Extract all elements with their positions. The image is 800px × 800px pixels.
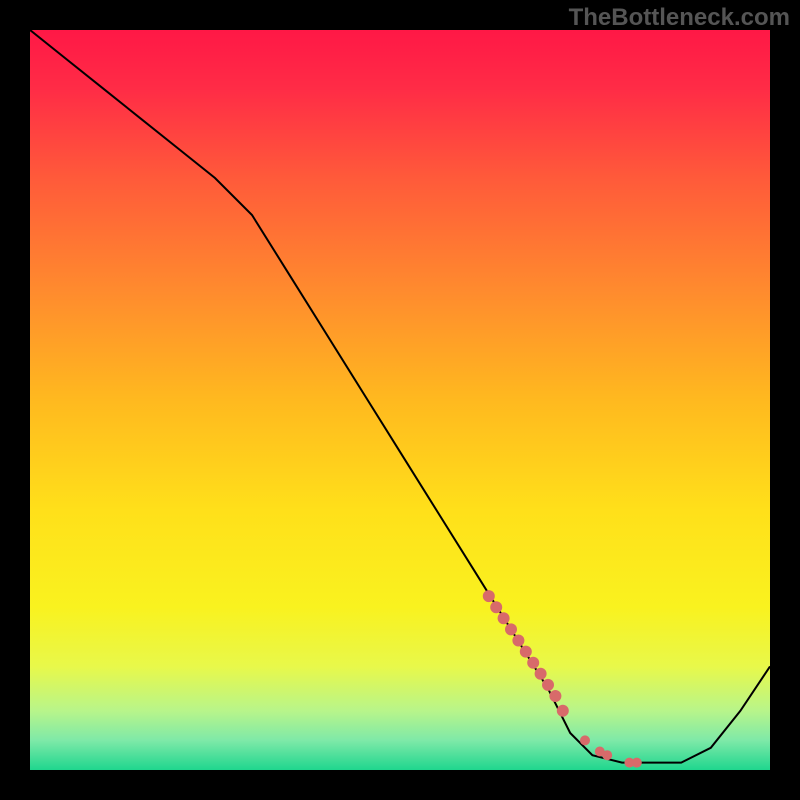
highlight-dot bbox=[602, 750, 612, 760]
highlight-dot bbox=[557, 705, 569, 717]
highlight-dot bbox=[632, 758, 642, 768]
highlight-dot bbox=[542, 679, 554, 691]
highlight-dot bbox=[512, 635, 524, 647]
highlight-dot bbox=[505, 623, 517, 635]
highlight-dot bbox=[483, 590, 495, 602]
chart-container: TheBottleneck.com bbox=[0, 0, 800, 800]
highlight-dot bbox=[580, 735, 590, 745]
highlight-dot bbox=[527, 657, 539, 669]
highlight-dot bbox=[490, 601, 502, 613]
highlight-dot bbox=[549, 690, 561, 702]
bottleneck-curve bbox=[30, 30, 770, 763]
plot-area bbox=[30, 30, 770, 770]
highlight-dots bbox=[483, 590, 642, 768]
highlight-dot bbox=[498, 612, 510, 624]
watermark-text: TheBottleneck.com bbox=[569, 4, 790, 32]
chart-svg bbox=[30, 30, 770, 770]
highlight-dot bbox=[535, 668, 547, 680]
highlight-dot bbox=[520, 646, 532, 658]
